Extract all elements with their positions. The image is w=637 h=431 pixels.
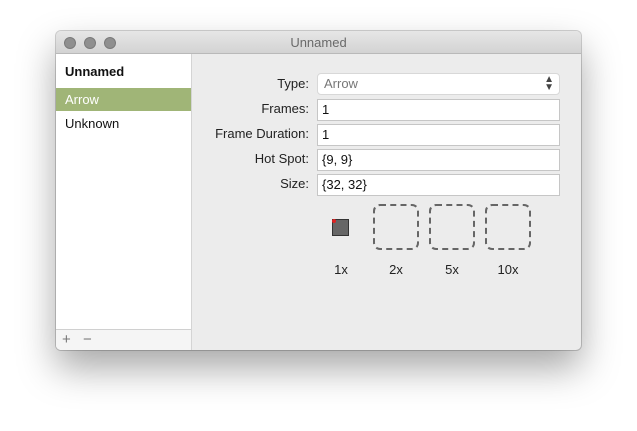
preview-2x-well[interactable] xyxy=(373,204,419,250)
sidebar-item-arrow[interactable]: Arrow xyxy=(56,88,191,111)
main-window: Unnamed Unnamed Arrow Unknown + − Type: … xyxy=(56,31,581,350)
window-title: Unnamed xyxy=(290,35,347,50)
size-field[interactable]: {32, 32} xyxy=(317,174,560,196)
sidebar: Unnamed Arrow Unknown + − xyxy=(56,54,192,350)
add-item-button[interactable]: + xyxy=(62,331,71,349)
sidebar-footer: + − xyxy=(56,329,191,350)
title-bar[interactable]: Unnamed xyxy=(56,31,581,54)
type-select-value: Arrow xyxy=(324,76,358,91)
frame-duration-field[interactable]: 1 xyxy=(317,124,560,146)
frame-duration-label: Frame Duration: xyxy=(215,126,309,141)
remove-item-button[interactable]: − xyxy=(83,331,92,349)
hot-spot-label: Hot Spot: xyxy=(254,151,309,166)
sidebar-header: Unnamed xyxy=(65,64,125,79)
type-label: Type: xyxy=(277,76,309,91)
scale-label-5x: 5x xyxy=(445,262,459,277)
preview-5x-well[interactable] xyxy=(429,204,475,250)
scale-label-1x: 1x xyxy=(334,262,348,277)
scale-label-10x: 10x xyxy=(497,262,519,277)
size-label: Size: xyxy=(280,176,309,191)
frames-label: Frames: xyxy=(261,101,309,116)
scale-label-2x: 2x xyxy=(389,262,403,277)
preview-10x-well[interactable] xyxy=(485,204,531,250)
type-select[interactable]: Arrow ▲ ▼ xyxy=(317,73,560,95)
hotspot-dot-icon xyxy=(332,219,336,223)
sidebar-item-unknown[interactable]: Unknown xyxy=(56,112,191,135)
frames-field[interactable]: 1 xyxy=(317,99,560,121)
hot-spot-field[interactable]: {9, 9} xyxy=(317,149,560,171)
chevron-up-down-icon: ▲ ▼ xyxy=(544,74,554,93)
